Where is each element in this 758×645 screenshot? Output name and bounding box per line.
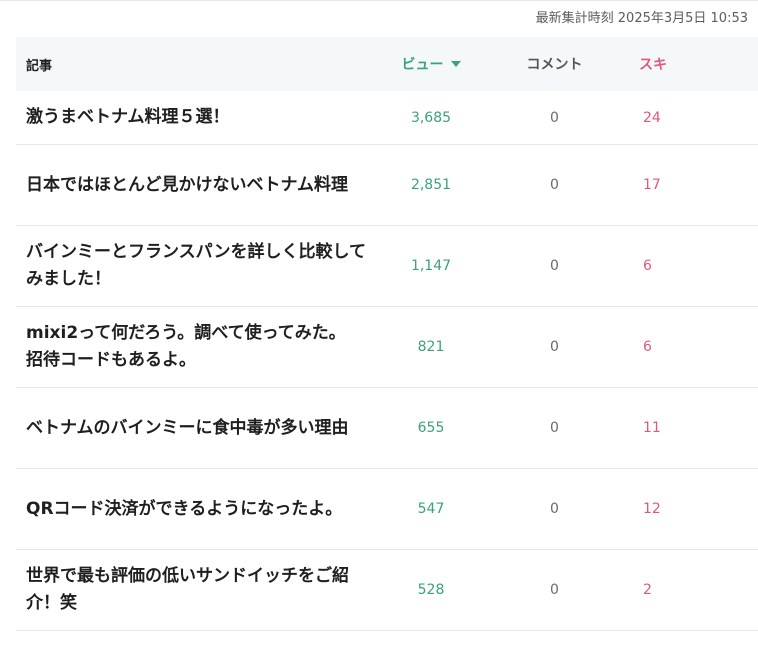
article-title-link[interactable]: QRコード決済ができるようになったよ。 (26, 499, 350, 519)
article-title-link[interactable]: バインミーとフランスパンを詳しく比較してみました！ (26, 242, 366, 289)
table-row: 日本ではほとんど見かけないベトナム料理 2,851 0 17 (16, 145, 758, 226)
sort-descending-icon (450, 61, 461, 67)
comments-count: 0 (550, 582, 559, 598)
title-cell: 世界で最も評価の低いサンドイッチをご紹介！笑 (16, 563, 366, 617)
title-cell: 日本ではほとんど見かけないベトナム料理 (16, 172, 366, 199)
likes-count: 6 (643, 339, 652, 355)
column-header-title: 記事 (26, 58, 53, 74)
column-header-likes-cell: スキ (613, 54, 758, 74)
comments-count: 0 (550, 501, 559, 517)
comments-count: 0 (550, 177, 559, 193)
likes-count: 24 (643, 109, 661, 126)
column-header-views-label: ビュー (401, 57, 444, 73)
last-updated-timestamp: 最新集計時刻 2025年3月5日 10:53 (535, 11, 748, 26)
table-row: mixi2って何だろう。調べて使ってみた。 招待コードもあるよ。 821 0 6 (16, 307, 758, 388)
column-header-likes[interactable]: スキ (639, 57, 667, 73)
likes-count: 11 (643, 420, 661, 436)
views-count: 528 (417, 582, 445, 598)
comments-count: 0 (550, 420, 559, 436)
comments-count: 0 (550, 109, 559, 126)
views-count: 547 (417, 501, 445, 517)
title-cell: QRコード決済ができるようになったよ。 (16, 496, 366, 523)
views-count: 3,685 (410, 109, 452, 126)
title-cell: mixi2って何だろう。調べて使ってみた。 招待コードもあるよ。 (16, 320, 366, 374)
article-title-link[interactable]: 世界で最も評価の低いサンドイッチをご紹介！笑 (26, 566, 349, 613)
table-row: バインミーとフランスパンを詳しく比較してみました！ 1,147 0 6 (16, 226, 758, 307)
column-header-comments[interactable]: コメント (527, 57, 583, 73)
article-title-link[interactable]: 激うまベトナム料理５選！ (26, 107, 238, 127)
column-header-views[interactable]: ビュー (402, 54, 461, 74)
table-header: 記事 ビュー コメント スキ (16, 37, 758, 91)
views-count: 821 (417, 339, 445, 355)
title-cell: 激うまベトナム料理５選！ (16, 104, 366, 131)
table-row: 激うまベトナム料理５選！ 3,685 0 24 (16, 91, 758, 145)
article-stats-table: 記事 ビュー コメント スキ 激うまベトナム料理５選！ 3,685 0 24 日… (16, 37, 758, 631)
table-row: QRコード決済ができるようになったよ。 547 0 12 (16, 469, 758, 550)
title-cell: ベトナムのバインミーに食中毒が多い理由 (16, 415, 366, 442)
comments-count: 0 (550, 258, 559, 274)
views-count: 655 (417, 420, 445, 436)
table-row: ベトナムのバインミーに食中毒が多い理由 655 0 11 (16, 388, 758, 469)
table-row: 世界で最も評価の低いサンドイッチをご紹介！笑 528 0 2 (16, 550, 758, 631)
title-cell: バインミーとフランスパンを詳しく比較してみました！ (16, 239, 366, 293)
likes-count: 12 (643, 501, 661, 517)
article-title-link[interactable]: mixi2って何だろう。調べて使ってみた。 招待コードもあるよ。 (26, 323, 354, 370)
top-divider (0, 0, 758, 1)
comments-count: 0 (550, 339, 559, 355)
column-header-views-cell: ビュー (366, 54, 496, 74)
views-count: 1,147 (410, 258, 452, 274)
likes-count: 6 (643, 258, 652, 274)
likes-count: 17 (643, 177, 661, 193)
column-header-comments-cell: コメント (496, 54, 613, 74)
likes-count: 2 (643, 582, 652, 598)
views-count: 2,851 (410, 177, 452, 193)
article-title-link[interactable]: ベトナムのバインミーに食中毒が多い理由 (26, 418, 357, 438)
article-title-link[interactable]: 日本ではほとんど見かけないベトナム料理 (26, 175, 356, 195)
